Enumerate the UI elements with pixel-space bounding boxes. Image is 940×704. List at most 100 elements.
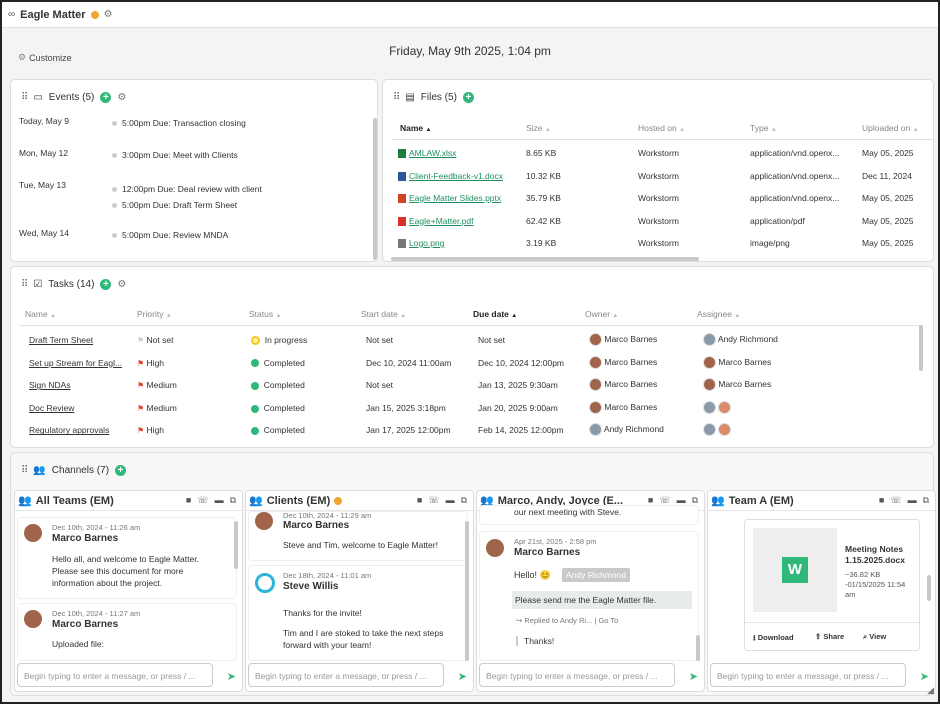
avatar [703,333,716,346]
col-header-status[interactable]: Status ▲ [249,309,281,319]
channel-name[interactable]: Team A (EM) [729,495,794,507]
events-settings-icon[interactable]: ⚙ [117,92,126,103]
view-button[interactable]: ⌕ View [863,632,886,642]
col-header-start[interactable]: Start date ▲ [361,309,406,319]
task-name-link[interactable]: Doc Review [29,403,74,413]
send-icon[interactable]: ➤ [689,670,698,683]
drag-handle-icon[interactable]: ⠿ [21,279,28,290]
file-name-link[interactable]: Eagle Matter Slides.pptx [409,193,501,203]
event-item[interactable]: 3:00pm Due: Meet with Clients [112,150,238,160]
link-icon: ∞ [8,9,16,20]
avatar [718,400,732,414]
add-file-button[interactable]: + [462,92,474,103]
video-icon[interactable]: ■ [186,495,191,506]
file-name-link[interactable]: Logo.png [409,238,444,248]
avatar [703,400,716,414]
reply-indicator[interactable]: ↪ Replied to Andy Ri... | Go To [516,616,618,625]
col-header-owner[interactable]: Owner ▲ [585,309,618,319]
event-item[interactable]: 5:00pm Due: Review MNDA [112,230,228,240]
file-type-icon [398,239,406,249]
task-due: Jan 20, 2025 9:00am [478,402,558,413]
event-item[interactable]: 12:00pm Due: Deal review with client [112,184,262,194]
tasks-settings-icon[interactable]: ⚙ [117,279,126,290]
folder-icon[interactable]: ▬ [446,495,455,506]
send-icon[interactable]: ➤ [920,670,929,683]
send-icon[interactable]: ➤ [227,670,236,683]
col-header-uploaded[interactable]: Uploaded on ▲ [862,123,919,133]
file-name-link[interactable]: Eagle+Matter.pdf [409,216,474,226]
col-header-size[interactable]: Size ▲ [526,123,551,133]
popout-icon[interactable]: ⧉ [923,495,929,506]
phone-icon[interactable]: ☏ [890,495,901,506]
file-name-link[interactable]: Client-Feedback-v1.docx [409,171,503,181]
events-scrollbar[interactable] [373,118,377,260]
add-task-button[interactable]: + [100,279,112,290]
event-item[interactable]: 5:00pm Due: Transaction closing [112,118,246,128]
channel-scrollbar[interactable] [927,575,931,601]
mention-chip[interactable]: Andy Richmond [562,568,631,582]
add-event-button[interactable]: + [100,92,112,103]
col-header-type[interactable]: Type ▲ [750,123,777,133]
event-item[interactable]: 5:00pm Due: Draft Term Sheet [112,200,237,210]
task-name-link[interactable]: Draft Term Sheet [29,335,93,345]
task-name-link[interactable]: Set up Stream for Eagl... [29,358,122,368]
popout-icon[interactable]: ⧉ [461,495,467,506]
col-header-name[interactable]: Name ▲ [25,309,56,319]
message: Dec 10th, 2024 - 11:26 am Marco Barnes H… [17,517,237,599]
channel-scrollbar[interactable] [465,521,469,661]
resize-handle-icon[interactable]: ◢ [927,685,934,696]
file-name-link[interactable]: AMLAW.xlsx [409,148,456,158]
channel-scrollbar[interactable] [234,521,238,569]
add-channel-button[interactable]: + [115,465,127,476]
send-icon[interactable]: ➤ [458,670,467,683]
task-name-link[interactable]: Regulatory approvals [29,425,109,435]
message-input[interactable]: Begin typing to enter a message, or pres… [17,663,213,687]
channels-header: ⠿ 👥 Channels (7) + [21,465,127,476]
file-date: Dec 11, 2024 [862,170,912,181]
channel-scrollbar[interactable] [696,635,700,661]
current-datetime: Friday, May 9th 2025, 1:04 pm [389,44,551,58]
download-button[interactable]: ⭳ Download [753,632,794,645]
message-text: Uploaded file: [52,639,104,649]
share-button[interactable]: ⇪ Share [815,632,844,641]
files-header: ⠿ ▤ Files (5) + [393,92,474,103]
drag-handle-icon[interactable]: ⠿ [21,465,28,476]
file-date: May 05, 2025 [862,215,914,226]
files-h-scrollbar[interactable] [391,257,699,261]
message-input[interactable]: Begin typing to enter a message, or pres… [710,663,906,687]
task-name-link[interactable]: Sign NDAs [29,380,71,390]
file-size: 35.79 KB [526,193,561,203]
settings-gear-icon[interactable]: ⚙ [104,9,113,20]
file-host: Workstorm [638,148,679,158]
event-dot-icon [112,187,117,193]
phone-icon[interactable]: ☏ [197,495,208,506]
col-header-hosted[interactable]: Hosted on ▲ [638,123,685,133]
channel-name[interactable]: All Teams (EM) [36,495,114,507]
group-icon: 👥 [711,495,725,507]
event-label: Due: Deal review with client [157,184,262,194]
message-input[interactable]: Begin typing to enter a message, or pres… [479,663,675,687]
message-date: Dec 10th, 2024 - 11:26 am [52,523,141,532]
drag-handle-icon[interactable]: ⠿ [21,92,28,103]
col-header-due[interactable]: Due date ▲ [473,309,517,319]
video-icon[interactable]: ■ [417,495,422,506]
popout-icon[interactable]: ⧉ [230,495,236,506]
tasks-scrollbar[interactable] [919,325,923,371]
col-header-assignee[interactable]: Assignee ▲ [697,309,740,319]
col-header-name[interactable]: Name ▲ [400,123,431,133]
drag-handle-icon[interactable]: ⠿ [393,92,400,103]
word-doc-icon: W [782,557,808,583]
channel-name[interactable]: Clients (EM) [267,495,331,507]
message-text: Steve and Tim, welcome to Eagle Matter! [283,540,438,550]
task-status: Completed [263,402,305,413]
folder-icon[interactable]: ▬ [908,495,917,506]
file-size: 3.19 KB [526,238,557,248]
video-icon[interactable]: ■ [879,495,884,506]
file-attachment-card[interactable]: W Meeting Notes 1.15.2025.docx ~36.82 KB… [744,519,920,651]
task-status: In progress [264,335,308,345]
col-header-priority[interactable]: Priority ▲ [137,309,172,319]
task-priority: High [146,425,165,436]
folder-icon[interactable]: ▬ [215,495,224,506]
phone-icon[interactable]: ☏ [428,495,439,506]
message-input[interactable]: Begin typing to enter a message, or pres… [248,663,444,687]
